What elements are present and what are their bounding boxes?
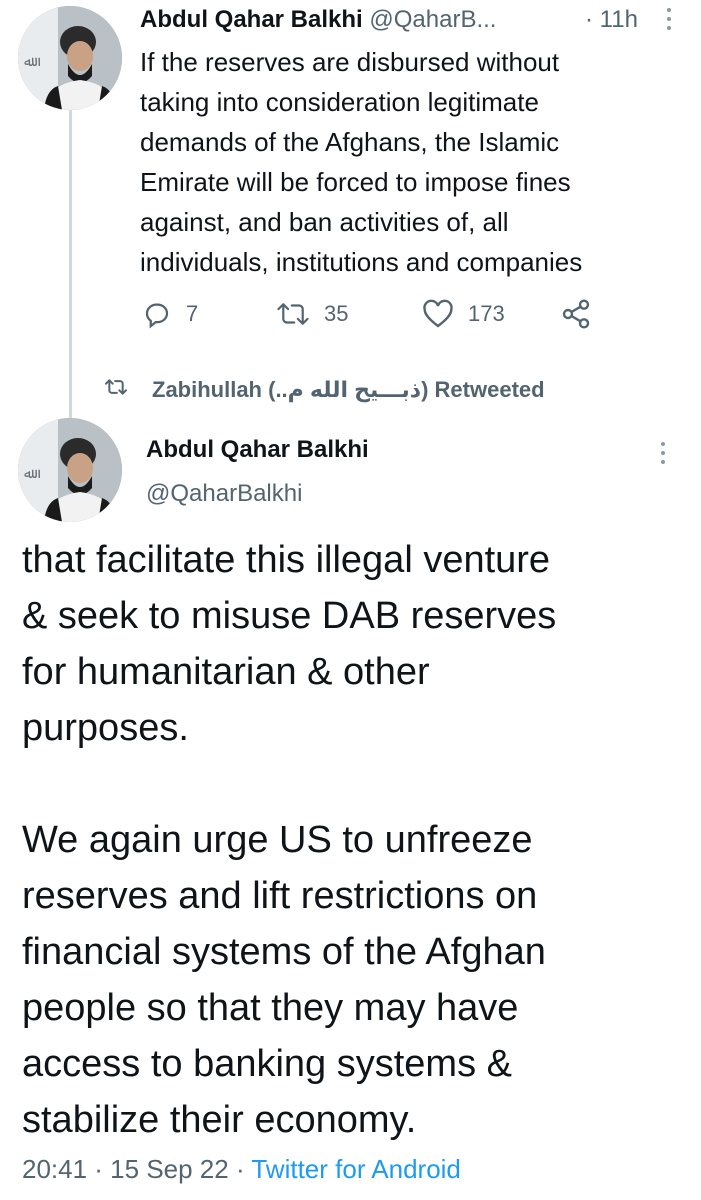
more-icon[interactable] xyxy=(660,442,666,468)
like-button[interactable]: 173 xyxy=(422,296,505,332)
like-count: 173 xyxy=(468,301,505,326)
reply-count: 7 xyxy=(186,301,199,326)
author-handle[interactable]: @QaharB... xyxy=(369,6,496,33)
tweet-1-actions: 7 35 173 xyxy=(140,296,600,336)
avatar[interactable]: ﷲ xyxy=(18,418,122,522)
tweet-1-text: If the reserves are disbursed without ta… xyxy=(140,47,583,277)
retweet-icon xyxy=(104,377,128,403)
retweet-button[interactable]: 35 xyxy=(276,296,348,332)
author-name[interactable]: Abdul Qahar Balkhi xyxy=(140,6,363,33)
retweet-icon xyxy=(276,299,310,329)
tweet-timestamp[interactable]: 20:41 · 15 Sep 22 · xyxy=(22,1154,251,1184)
tweet-time[interactable]: · 11h xyxy=(585,6,638,34)
tweet-2-meta: 20:41 · 15 Sep 22 · Twitter for Android xyxy=(22,1154,461,1185)
reply-icon xyxy=(142,299,172,329)
retweeted-by-text: Zabihullah (..ذبـــيح الله م) Retweeted xyxy=(152,377,545,402)
tweet-1-header: Abdul Qahar Balkhi @QaharB... · 11h xyxy=(140,6,680,40)
retweeted-by-bar[interactable]: Zabihullah (..ذبـــيح الله م) Retweeted xyxy=(104,372,545,408)
like-icon xyxy=(422,299,454,329)
tweet-source-link[interactable]: Twitter for Android xyxy=(251,1154,461,1184)
reply-button[interactable]: 7 xyxy=(142,296,198,332)
author-name[interactable]: Abdul Qahar Balkhi xyxy=(146,436,369,464)
avatar[interactable]: ﷲ xyxy=(18,6,122,110)
more-icon[interactable] xyxy=(666,8,672,34)
share-button[interactable] xyxy=(560,296,592,332)
author-handle[interactable]: @QaharBalkhi xyxy=(146,480,302,508)
tweet-2-text: that facilitate this illegal venture & s… xyxy=(22,539,557,1141)
retweet-count: 35 xyxy=(324,301,349,326)
thread-connector-line xyxy=(69,108,72,418)
share-icon xyxy=(560,298,592,330)
